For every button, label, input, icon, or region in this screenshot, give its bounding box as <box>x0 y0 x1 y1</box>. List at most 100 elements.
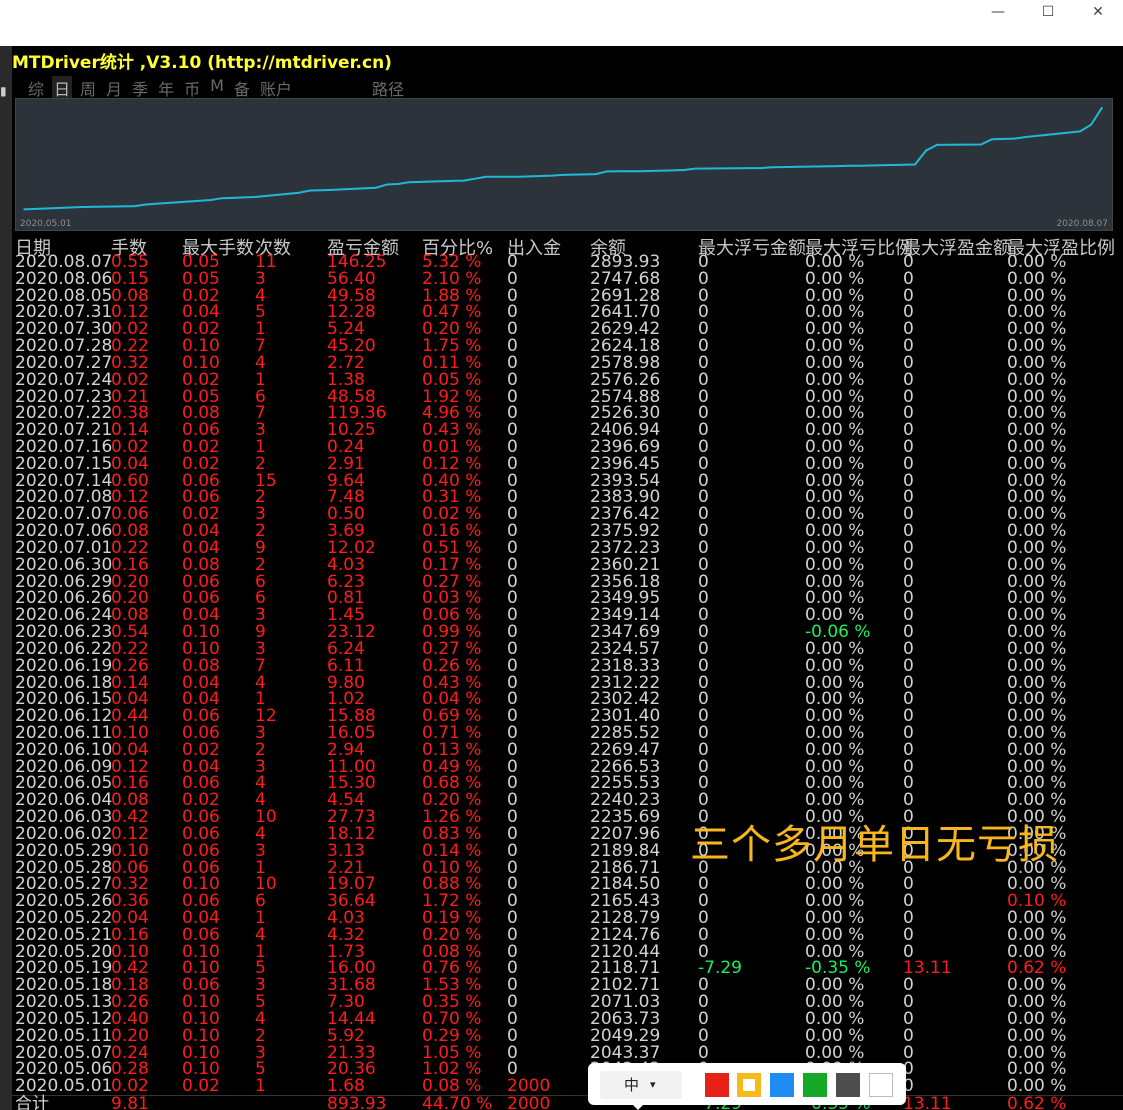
table-row[interactable]: 2020.05.010.020.0211.680.08 %20002022.06… <box>12 1078 1123 1095</box>
tab-5[interactable]: 年 <box>156 76 176 99</box>
table-row[interactable]: 2020.06.05 0.16 0.06 4 15.30 0.68 % 0 2255.53 0 0… <box>12 775 1123 792</box>
cell-lots: 0.02 <box>111 1076 149 1097</box>
balance-point <box>947 144 949 146</box>
path-tab[interactable]: 路径 <box>372 76 404 100</box>
equity-chart: 2020.05.01 2020.08.07 <box>15 98 1113 231</box>
tab-6[interactable]: 币 <box>182 76 202 99</box>
table-row[interactable]: 2020.08.05 0.08 0.02 4 49.58 1.88 % 0 2691.28 0 0… <box>12 287 1123 305</box>
table-row[interactable]: 2020.05.20 0.10 0.10 1 1.73 0.08 % 0 2120.44 0 0.… <box>12 943 1123 961</box>
table-row[interactable]: 2020.05.19 0.42 0.10 5 16.00 0.76 % 0 2118.71 -7… <box>12 960 1123 977</box>
table-row[interactable]: 2020.06.26 0.20 0.06 6 0.81 0.03 % 0 2349.95 0 0.… <box>12 590 1123 607</box>
table-row[interactable]: 2020.06.18 0.14 0.04 4 9.80 0.43 % 0 2312.22 0 0.… <box>12 674 1123 692</box>
balance-point <box>254 196 256 198</box>
tab-3[interactable]: 月 <box>104 76 124 99</box>
balance-point <box>221 197 223 199</box>
total-max-float-profit-pct: 0.62 % <box>1007 1094 1067 1110</box>
total-lots: 9.81 <box>111 1094 149 1110</box>
table-row[interactable]: 2020.06.19 0.26 0.08 7 6.11 0.26 % 0 2318.33 0 0.… <box>12 657 1123 675</box>
balance-point <box>848 164 850 167</box>
tab-0[interactable]: 综 <box>26 76 46 99</box>
table-row[interactable]: 2020.07.06 0.08 0.04 2 3.69 0.16 % 0 2375.92 0 0.… <box>12 523 1123 540</box>
balance-point <box>694 167 696 170</box>
table-row[interactable]: 2020.05.18 0.18 0.06 3 31.68 1.53 % 0 2102.71 0 0… <box>12 977 1123 994</box>
table-row[interactable]: 2020.05.22 0.04 0.04 1 4.03 0.19 % 0 2128.79 0 0.… <box>12 909 1123 927</box>
left-edge-strip: ▮ <box>0 46 12 1110</box>
table-row[interactable]: 2020.06.24 0.08 0.04 3 1.45 0.06 % 0 2349.14 0 0.… <box>12 607 1123 624</box>
tab-4[interactable]: 季 <box>130 76 150 99</box>
balance-point <box>683 169 685 171</box>
table-row[interactable]: 2020.07.24 0.02 0.02 1 1.38 0.05 % 0 2576.26 0 0.… <box>12 371 1123 389</box>
tab-9[interactable]: 账户 <box>258 76 294 99</box>
table-row[interactable]: 2020.06.04 0.08 0.02 4 4.54 0.20 % 0 2240.23 0 0.… <box>12 792 1123 809</box>
table-row[interactable]: 2020.08.06 0.15 0.05 3 56.40 2.10 % 0 2747.68 0 0… <box>12 270 1123 288</box>
cell-max-lots: 0.02 <box>182 1076 220 1097</box>
header-max-float-profit[interactable]: 最大浮盈金额 <box>903 234 1011 259</box>
maximize-button[interactable]: ☐ <box>1023 0 1073 24</box>
total-deposit: 2000 <box>507 1094 551 1110</box>
table-row[interactable]: 2020.05.07 0.24 0.10 3 21.33 1.05 % 0 2043.37 0 0… <box>12 1044 1123 1062</box>
table-row[interactable]: 2020.07.22 0.38 0.08 7 119.36 4.96 % 0 2526.30 0… <box>12 405 1123 422</box>
cell-deposit: 2000 <box>507 1076 551 1097</box>
ime-selector[interactable]: 中 ▾ <box>600 1071 682 1099</box>
table-row[interactable]: 2020.05.060.280.10520.361.02 %02042.4200… <box>12 1061 1123 1078</box>
window-controls: — ☐ ✕ <box>973 0 1123 42</box>
table-row[interactable]: 2020.07.14 0.60 0.06 15 9.64 0.40 % 0 2393.54 0 0… <box>12 472 1123 490</box>
balance-point <box>1101 106 1103 109</box>
balance-point <box>595 173 597 175</box>
table-row[interactable]: 2020.06.15 0.04 0.04 1 1.02 0.04 % 0 2302.42 0 0.… <box>12 691 1123 708</box>
balance-point <box>606 170 608 173</box>
table-row[interactable]: 2020.08.07 0.55 0.05 11 146.25 5.32 % 0 2893.93… <box>12 254 1123 271</box>
balance-point <box>23 208 25 211</box>
swatch-gray[interactable] <box>836 1073 860 1097</box>
table-row[interactable]: 2020.07.21 0.14 0.06 3 10.25 0.43 % 0 2406.94 0 0… <box>12 422 1123 439</box>
table-row[interactable]: 2020.07.07 0.06 0.02 3 0.50 0.02 % 0 2376.42 0 0.… <box>12 506 1123 523</box>
table-row[interactable]: 2020.07.27 0.32 0.10 4 2.72 0.11 % 0 2578.98 0 0.… <box>12 354 1123 372</box>
table-row[interactable]: 2020.05.21 0.16 0.06 4 4.32 0.20 % 0 2124.76 0 0.… <box>12 926 1123 944</box>
minimize-button[interactable]: — <box>973 0 1023 24</box>
tab-8[interactable]: 备 <box>232 76 252 99</box>
table-row[interactable]: 2020.07.30 0.02 0.02 1 5.24 0.20 % 0 2629.42 0 0.… <box>12 321 1123 338</box>
table-row[interactable]: 2020.07.01 0.22 0.04 9 12.02 0.51 % 0 2372.23 0 0… <box>12 539 1123 557</box>
balance-point <box>914 163 916 166</box>
balance-point <box>925 149 927 152</box>
balance-point <box>89 206 91 208</box>
balance-point <box>760 167 762 169</box>
table-row[interactable]: 2020.06.30 0.16 0.08 2 4.03 0.17 % 0 2360.21 0 0.… <box>12 556 1123 574</box>
swatch-green[interactable] <box>803 1073 827 1097</box>
table-row[interactable]: 2020.06.23 0.54 0.10 9 23.12 0.99 % 0 2347.69 0-… <box>12 624 1123 641</box>
table-row[interactable]: 2020.05.27 0.32 0.10 10 19.07 0.88 % 0 2184.50 0… <box>12 876 1123 893</box>
swatch-red[interactable] <box>705 1073 729 1097</box>
table-row[interactable]: 2020.06.10 0.04 0.02 2 2.94 0.13 % 0 2269.47 0 0.… <box>12 741 1123 759</box>
balance-point <box>518 175 520 178</box>
table-row[interactable]: 2020.06.09 0.12 0.04 3 11.00 0.49 % 0 2266.53 0 0… <box>12 758 1123 776</box>
table-row[interactable]: 2020.07.15 0.04 0.02 2 2.91 0.12 % 0 2396.45 0 0.… <box>12 455 1123 473</box>
header-max-float-loss[interactable]: 最大浮亏金额 <box>698 234 806 259</box>
table-row[interactable]: 2020.05.11 0.20 0.10 2 5.92 0.29 % 0 2049.29 0 0.… <box>12 1027 1123 1045</box>
table-row[interactable]: 2020.07.16 0.02 0.02 1 0.24 0.01 % 0 2396.69 0 0.… <box>12 439 1123 456</box>
table-row[interactable]: 2020.05.13 0.26 0.10 5 7.30 0.35 % 0 2071.03 0 0.… <box>12 994 1123 1011</box>
table-row[interactable]: 2020.05.12 0.40 0.10 4 14.44 0.70 % 0 2063.73 0 0… <box>12 1010 1123 1028</box>
table-row[interactable]: 2020.06.12 0.44 0.06 12 15.88 0.69 % 0 2301.40 0… <box>12 708 1123 725</box>
table-row[interactable]: 2020.06.29 0.20 0.06 6 6.23 0.27 % 0 2356.18 0 0.… <box>12 573 1123 591</box>
table-row[interactable]: 2020.05.26 0.36 0.06 6 36.64 1.72 % 0 2165.43 0 0… <box>12 893 1123 910</box>
table-row[interactable]: 2020.07.31 0.12 0.04 5 12.28 0.47 % 0 2641.70 0 0… <box>12 304 1123 321</box>
tab-7[interactable]: M <box>208 76 226 98</box>
swatch-yellow[interactable] <box>737 1073 761 1097</box>
table-row[interactable]: 2020.06.22 0.22 0.10 3 6.24 0.27 % 0 2324.57 0 0.… <box>12 640 1123 658</box>
swatch-blue[interactable] <box>770 1073 794 1097</box>
balance-point <box>298 191 300 194</box>
balance-point <box>639 170 641 172</box>
close-button[interactable]: ✕ <box>1073 0 1123 24</box>
table-row[interactable]: 2020.06.11 0.10 0.06 3 16.05 0.71 % 0 2285.52 0 0… <box>12 724 1123 742</box>
tab-1[interactable]: 日 <box>52 76 73 99</box>
balance-point <box>243 196 245 199</box>
swatch-white[interactable] <box>869 1073 893 1097</box>
balance-point <box>1090 124 1092 126</box>
balance-point <box>485 176 487 178</box>
table-row[interactable]: 2020.07.08 0.12 0.06 2 7.48 0.31 % 0 2383.90 0 0.… <box>12 489 1123 506</box>
balance-point <box>144 203 146 206</box>
table-row[interactable]: 2020.07.23 0.21 0.05 6 48.58 1.92 % 0 2574.88 0 0… <box>12 388 1123 406</box>
table-row[interactable]: 2020.07.28 0.22 0.10 7 45.20 1.75 % 0 2624.18 0 0… <box>12 338 1123 355</box>
tab-2[interactable]: 周 <box>78 76 98 99</box>
balance-point <box>331 189 333 191</box>
